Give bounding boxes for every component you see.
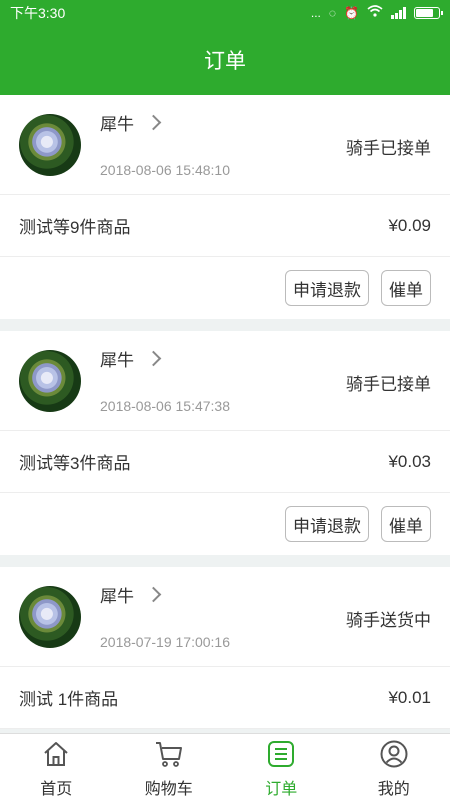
battery-icon	[414, 6, 443, 19]
tab-label: 首页	[40, 781, 73, 798]
order-status: 骑手已接单	[346, 375, 431, 394]
chevron-right-icon	[145, 350, 162, 367]
shop-name: 犀牛	[100, 587, 134, 606]
order-actions: 申请退款 催单	[0, 257, 450, 319]
chevron-right-icon	[145, 114, 162, 131]
order-time: 2018-07-19 17:00:16	[100, 634, 230, 650]
alarm-icon: ⏰	[344, 5, 359, 20]
cart-icon	[155, 742, 182, 767]
shop-avatar	[19, 350, 81, 412]
tab-label: 订单	[265, 781, 298, 798]
tab-home[interactable]: 首页	[0, 734, 113, 800]
shop-name: 犀牛	[100, 351, 134, 370]
shop-avatar	[19, 114, 81, 176]
order-price: ¥0.03	[388, 451, 431, 471]
shop-avatar	[19, 586, 81, 648]
page-title-bar: 订单	[0, 25, 450, 95]
order-goods-row[interactable]: 测试等9件商品 ¥0.09	[0, 195, 450, 257]
shop-name-link[interactable]: 犀牛	[100, 110, 162, 135]
order-card[interactable]: 犀牛 2018-07-19 17:00:16 骑手送货中 测试 1件商品 ¥0.…	[0, 567, 450, 729]
goods-summary: 测试 1件商品	[19, 690, 119, 709]
shop-name-link[interactable]: 犀牛	[100, 582, 162, 607]
order-card[interactable]: 犀牛 2018-08-06 15:48:10 骑手已接单 测试等9件商品 ¥0.…	[0, 95, 450, 319]
order-header[interactable]: 犀牛 2018-07-19 17:00:16 骑手送货中	[0, 567, 450, 667]
tab-profile[interactable]: 我的	[338, 734, 450, 800]
order-actions: 申请退款 催单	[0, 493, 450, 555]
order-header[interactable]: 犀牛 2018-08-06 15:47:38 骑手已接单	[0, 331, 450, 431]
goods-summary: 测试等9件商品	[19, 218, 131, 237]
urge-order-button[interactable]: 催单	[381, 270, 431, 306]
wifi-icon	[367, 5, 383, 20]
tab-cart[interactable]: 购物车	[113, 734, 226, 800]
order-price: ¥0.09	[388, 215, 431, 235]
order-status: 骑手已接单	[346, 139, 431, 158]
order-time: 2018-08-06 15:48:10	[100, 162, 230, 178]
urge-order-button[interactable]: 催单	[381, 506, 431, 542]
sync-icon: ◌	[328, 5, 337, 20]
status-bar: 下午3:30 ... ◌ ⏰	[0, 0, 450, 25]
shop-name: 犀牛	[100, 115, 134, 134]
tab-orders[interactable]: 订单	[225, 734, 338, 800]
order-goods-row[interactable]: 测试等3件商品 ¥0.03	[0, 431, 450, 493]
status-time: 下午3:30	[10, 4, 66, 21]
profile-icon	[380, 740, 408, 768]
tab-label: 购物车	[144, 781, 193, 798]
status-icons: ... ◌ ⏰	[310, 5, 443, 20]
order-header[interactable]: 犀牛 2018-08-06 15:48:10 骑手已接单	[0, 95, 450, 195]
order-card[interactable]: 犀牛 2018-08-06 15:47:38 骑手已接单 测试等3件商品 ¥0.…	[0, 331, 450, 555]
refund-button[interactable]: 申请退款	[285, 506, 369, 542]
more-dots-icon: ...	[310, 5, 321, 20]
order-list-icon	[268, 741, 295, 767]
order-status: 骑手送货中	[346, 611, 431, 630]
bottom-tab-bar: 首页 购物车 订单 我的	[0, 733, 450, 800]
order-list[interactable]: 犀牛 2018-08-06 15:48:10 骑手已接单 测试等9件商品 ¥0.…	[0, 95, 450, 733]
order-goods-row[interactable]: 测试 1件商品 ¥0.01	[0, 667, 450, 729]
page-title: 订单	[204, 50, 246, 73]
refund-button[interactable]: 申请退款	[285, 270, 369, 306]
chevron-right-icon	[145, 586, 162, 603]
shop-name-link[interactable]: 犀牛	[100, 346, 162, 371]
tab-label: 我的	[377, 781, 410, 798]
order-time: 2018-08-06 15:47:38	[100, 398, 230, 414]
goods-summary: 测试等3件商品	[19, 454, 131, 473]
home-icon	[44, 742, 68, 766]
signal-icon	[391, 6, 406, 19]
order-price: ¥0.01	[388, 687, 431, 707]
